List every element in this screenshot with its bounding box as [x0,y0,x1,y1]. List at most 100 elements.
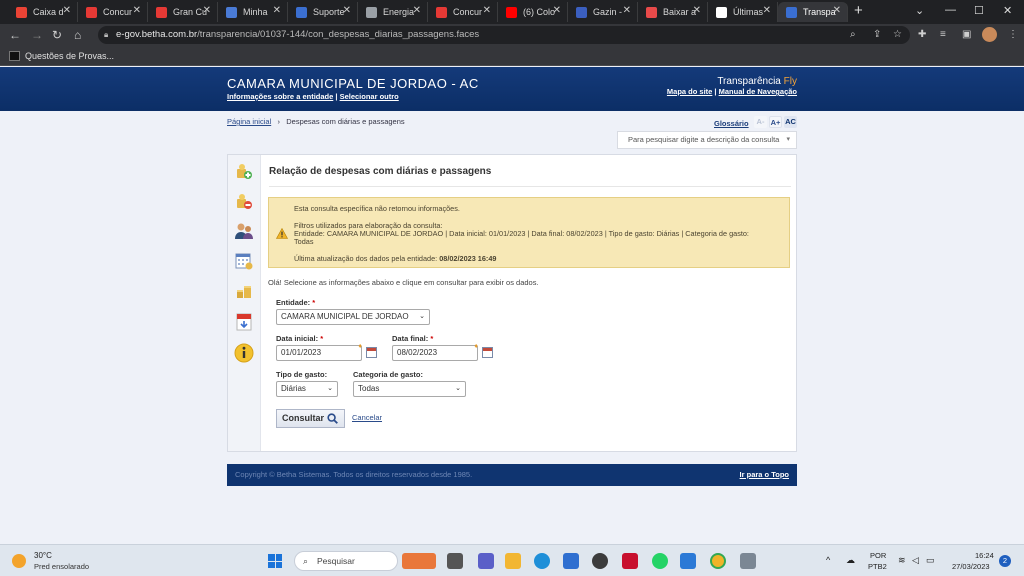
sidepanel-icon[interactable]: ▣ [962,29,971,40]
search-icon: ⌕ [303,556,309,566]
browser-tab[interactable]: Baixar a ✕ [638,2,708,22]
bookmark-star-icon[interactable]: ☆ [893,29,902,40]
calendar-icon[interactable] [482,347,493,358]
store-icon[interactable] [563,553,579,569]
notification-badge[interactable]: 2 [999,555,1011,567]
tipo-gasto-select[interactable]: Diárias ⌄ [276,381,338,397]
site-map-link[interactable]: Mapa do site [667,87,712,96]
calendar-icon[interactable] [366,347,377,358]
cancelar-link[interactable]: Cancelar [352,413,382,422]
font-decrease-button[interactable]: A- [754,116,767,128]
tab-favicon-icon [646,6,657,18]
bookmark-questoes[interactable]: Questões de Provas... [25,51,114,61]
edge-icon[interactable] [534,553,550,569]
close-tab-icon[interactable]: ✕ [203,5,211,16]
forward-icon[interactable]: → [31,28,43,42]
consultar-button[interactable]: Consultar [276,409,345,428]
contrast-button[interactable]: AC [784,116,797,128]
close-tab-icon[interactable]: ✕ [833,5,841,16]
close-window-icon[interactable]: ✕ [1003,4,1012,17]
browser-tab[interactable]: Concur ✕ [428,2,498,22]
categoria-gasto-select[interactable]: Todas ⌄ [353,381,466,397]
menu-icon[interactable]: ⋮ [1008,29,1018,40]
font-increase-button[interactable]: A+ [769,116,782,128]
consultation-search-select[interactable]: Para pesquisar digite a descrição da con… [617,131,797,149]
maximize-icon[interactable]: ☐ [974,4,984,17]
browser-tab[interactable]: Energia ✕ [358,2,428,22]
weather-sun-icon[interactable] [12,554,26,568]
breadcrumb-home[interactable]: Página inicial [227,117,271,126]
glossary-link[interactable]: Glossário [714,119,749,128]
entidade-select[interactable]: CAMARA MUNICIPAL DE JORDAO ⌄ [276,309,430,325]
add-coins-icon[interactable] [234,161,254,181]
required-mark: * [320,334,324,343]
cloud-icon[interactable]: ☁ [846,555,855,566]
minimize-icon[interactable]: — [945,4,956,16]
reload-icon[interactable]: ↻ [52,28,62,42]
remove-coins-icon[interactable] [234,191,254,211]
info-entity-link[interactable]: Informações sobre a entidade [227,92,333,101]
data-final-input[interactable]: 08/02/2023 ♦ [392,343,478,361]
tab-search-icon[interactable]: ⌄ [915,4,924,17]
browser-tab[interactable]: Concur ✕ [78,2,148,22]
zoom-icon[interactable]: ⌕ [850,29,856,40]
file-explorer-icon[interactable] [505,553,521,569]
info-icon[interactable] [234,343,254,363]
close-tab-icon[interactable]: ✕ [483,5,491,16]
pdf-download-icon[interactable] [234,312,254,332]
data-final-label: Data final: * [392,334,433,343]
app-icon[interactable] [680,553,696,569]
language-code[interactable]: POR [870,551,886,560]
chat-icon[interactable] [478,553,494,569]
wifi-icon[interactable]: ≋ [898,555,906,566]
weather-temp: 30°C [34,551,52,560]
close-tab-icon[interactable]: ✕ [553,5,561,16]
manual-link[interactable]: Manual de Navegação [719,87,797,96]
browser-tab[interactable]: Suporte ✕ [288,2,358,22]
people-icon[interactable] [234,221,254,241]
calculator-icon[interactable] [740,553,756,569]
select-other-link[interactable]: Selecionar outro [340,92,399,101]
browser-tab[interactable]: Transpa ✕ [778,2,848,22]
close-tab-icon[interactable]: ✕ [693,5,701,16]
data-inicial-input[interactable]: 01/01/2023 ♦ [276,343,362,361]
home-icon[interactable]: ⌂ [74,28,81,42]
widget-icon[interactable] [402,553,436,569]
keyboard-layout[interactable]: PTB2 [868,562,887,571]
close-tab-icon[interactable]: ✕ [63,5,71,16]
browser-tab[interactable]: Caixa d ✕ [8,2,78,22]
address-bar[interactable]: 🔒︎ e-gov.betha.com.br/transparencia/0103… [98,26,910,44]
mcafee-icon[interactable] [622,553,638,569]
back-icon[interactable]: ← [9,28,21,42]
extensions-icon[interactable]: ✚ [918,29,926,40]
tray-chevron-icon[interactable]: ^ [826,555,830,565]
battery-icon[interactable]: ▭ [926,555,935,566]
profile-avatar[interactable] [982,27,997,42]
coin-stack-icon[interactable] [234,281,254,301]
close-tab-icon[interactable]: ✕ [273,5,281,16]
chrome-icon[interactable] [710,553,726,569]
close-tab-icon[interactable]: ✕ [413,5,421,16]
back-to-top-link[interactable]: Ir para o Topo [740,464,789,486]
taskbar-search[interactable]: ⌕ Pesquisar [294,551,398,571]
share-icon[interactable]: ⇪ [873,29,881,40]
browser-tab[interactable]: Últimas ✕ [708,2,778,22]
new-tab-icon[interactable]: + [854,2,863,19]
clock-date[interactable]: 27/03/2023 [952,562,990,571]
clock-time[interactable]: 16:24 [975,551,994,560]
close-tab-icon[interactable]: ✕ [623,5,631,16]
close-tab-icon[interactable]: ✕ [133,5,141,16]
windows-start-icon[interactable] [268,554,282,568]
browser-tab[interactable]: (6) Colo ✕ [498,2,568,22]
close-tab-icon[interactable]: ✕ [343,5,351,16]
browser-tab[interactable]: Gazin - ✕ [568,2,638,22]
volume-icon[interactable]: ◁ [912,555,919,566]
media-icon[interactable]: ≡ [940,29,946,40]
browser-tab[interactable]: Minha ✕ [218,2,288,22]
close-tab-icon[interactable]: ✕ [763,5,771,16]
dell-icon[interactable] [592,553,608,569]
browser-tab[interactable]: Gran Cu ✕ [148,2,218,22]
taskview-icon[interactable] [447,553,463,569]
whatsapp-icon[interactable] [652,553,668,569]
calendar-report-icon[interactable] [234,251,254,271]
